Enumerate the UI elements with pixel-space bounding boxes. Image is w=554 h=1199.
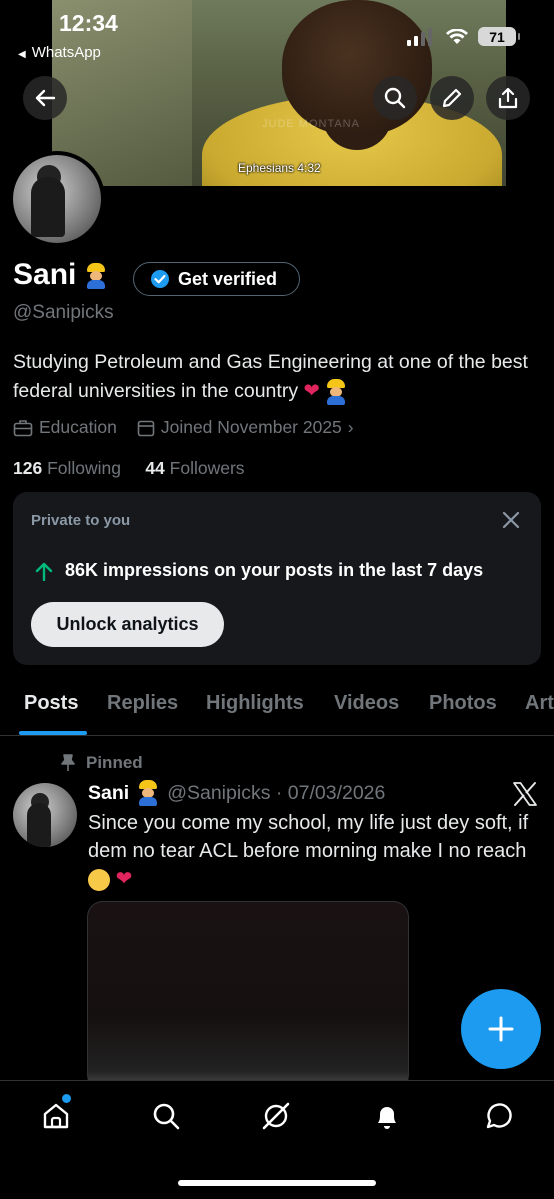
active-tab-indicator	[19, 731, 87, 735]
tab-articles[interactable]: Art	[525, 692, 554, 715]
home-icon	[43, 1103, 69, 1129]
x-logo-icon[interactable]	[512, 781, 538, 807]
tab-replies[interactable]: Replies	[107, 692, 178, 715]
follow-counts: 126 Following 44 Followers	[13, 458, 245, 479]
post-author[interactable]: Sani	[88, 782, 129, 805]
compose-post-button[interactable]	[461, 989, 541, 1069]
edit-button[interactable]	[430, 76, 474, 120]
cellular-icon	[407, 27, 432, 46]
bio-text: Studying Petroleum and Gas Engineering a…	[13, 351, 528, 402]
home-indicator[interactable]	[178, 1180, 376, 1186]
profile-avatar[interactable]	[9, 151, 105, 247]
post-media[interactable]	[87, 901, 409, 1091]
home-notification-dot	[62, 1094, 71, 1103]
post-header: Sani @Sanipicks · 07/03/2026	[88, 780, 385, 806]
private-analytics-card: Private to you 86K impressions on your p…	[13, 492, 541, 665]
arrow-up-icon	[35, 562, 53, 581]
profile-category: Education	[13, 417, 117, 438]
back-triangle-icon: ◀	[18, 49, 26, 60]
chat-bubble-icon	[486, 1103, 512, 1129]
following-count: 126	[13, 458, 43, 478]
followers-label: Followers	[169, 458, 245, 478]
arrow-left-icon	[35, 89, 56, 107]
back-app-label: WhatsApp	[31, 44, 101, 61]
profile-meta: Education Joined November 2025 ›	[13, 417, 374, 438]
close-icon[interactable]	[499, 508, 523, 532]
post-handle-date: @Sanipicks · 07/03/2026	[167, 781, 386, 804]
pin-icon	[61, 754, 75, 771]
following-link[interactable]: 126 Following	[13, 458, 121, 478]
profile-name: Sani	[13, 258, 77, 291]
pinned-indicator: Pinned	[60, 753, 143, 773]
category-label: Education	[39, 417, 117, 437]
bottom-navigation	[0, 1080, 554, 1199]
followers-count: 44	[145, 458, 165, 478]
impressions-text: 86K impressions on your posts in the las…	[65, 560, 484, 580]
laughing-emoji-icon	[88, 868, 110, 891]
nav-grok[interactable]	[259, 1099, 293, 1133]
status-icons: 71	[406, 27, 520, 46]
mending-heart-emoji-icon: ❤	[115, 868, 133, 890]
tab-highlights[interactable]: Highlights	[206, 692, 304, 715]
private-card-title: Private to you	[31, 512, 131, 529]
wifi-icon	[446, 28, 468, 44]
post-body: Since you come my school, my life just d…	[88, 812, 529, 862]
banner-caption: Ephesians 4:32	[238, 161, 321, 175]
tab-photos[interactable]: Photos	[429, 692, 497, 715]
tab-videos[interactable]: Videos	[334, 692, 399, 715]
construction-worker-emoji-icon	[325, 378, 347, 405]
bell-icon	[378, 1107, 396, 1129]
plus-icon	[488, 1016, 514, 1042]
joined-label: Joined November 2025	[160, 417, 342, 437]
share-button[interactable]	[486, 76, 530, 120]
profile-bio: Studying Petroleum and Gas Engineering a…	[13, 348, 543, 406]
banner-watermark: JUDE MONTANA	[262, 118, 360, 130]
search-icon	[153, 1103, 180, 1130]
get-verified-button[interactable]: Get verified	[133, 262, 300, 296]
share-icon	[498, 87, 518, 109]
nav-messages[interactable]	[481, 1099, 515, 1133]
unlock-analytics-button[interactable]: Unlock analytics	[31, 602, 224, 647]
nav-search[interactable]	[149, 1099, 183, 1133]
search-icon	[384, 87, 406, 109]
following-label: Following	[47, 458, 122, 478]
chevron-right-icon: ›	[347, 417, 354, 437]
battery-indicator: 71	[478, 27, 520, 46]
profile-tabs: Posts Replies Highlights Videos Photos A…	[0, 676, 554, 736]
get-verified-label: Get verified	[178, 268, 278, 289]
post-avatar[interactable]	[13, 783, 77, 847]
construction-worker-emoji-icon	[137, 780, 159, 806]
grok-icon	[262, 1102, 290, 1130]
pencil-icon	[442, 88, 462, 108]
post-text: Since you come my school, my life just d…	[88, 809, 548, 893]
back-button[interactable]	[23, 76, 67, 120]
profile-name-row: Sani	[13, 258, 107, 292]
joined-date[interactable]: Joined November 2025 ›	[137, 417, 354, 438]
status-time: 12:34	[59, 10, 118, 36]
back-to-app[interactable]: ◀ WhatsApp	[18, 44, 101, 61]
pinned-label: Pinned	[86, 753, 143, 772]
tab-posts[interactable]: Posts	[24, 692, 78, 715]
red-heart-emoji-icon: ❤	[303, 380, 320, 402]
verified-badge-icon	[151, 270, 169, 288]
profile-handle: @Sanipicks	[13, 302, 114, 323]
nav-notifications[interactable]	[370, 1099, 404, 1133]
briefcase-icon	[13, 419, 33, 436]
construction-worker-emoji-icon	[85, 263, 107, 290]
calendar-icon	[137, 420, 155, 436]
followers-link[interactable]: 44 Followers	[145, 458, 244, 478]
nav-home[interactable]	[39, 1099, 73, 1133]
search-button[interactable]	[373, 76, 417, 120]
impressions-row: 86K impressions on your posts in the las…	[35, 560, 483, 581]
